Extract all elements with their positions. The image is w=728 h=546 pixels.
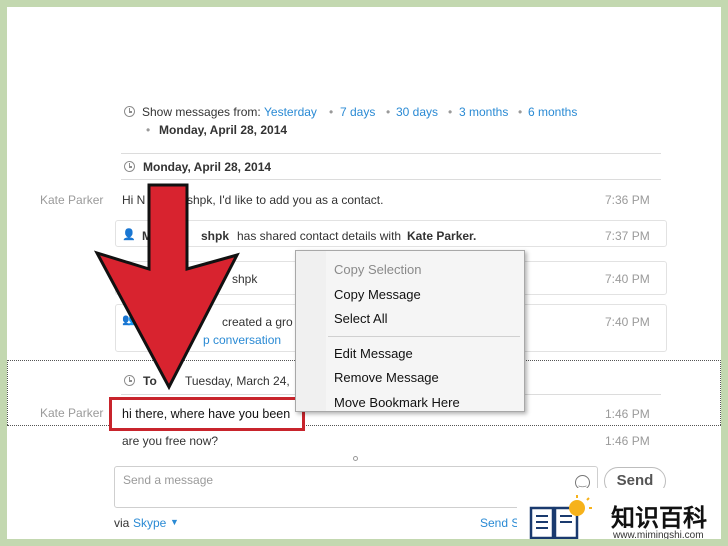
message-time: 1:46 PM	[605, 407, 650, 421]
book-lightbulb-icon	[529, 495, 592, 539]
message-time: 7:37 PM	[605, 229, 650, 243]
clock-icon	[124, 161, 135, 172]
menu-item-copy-message[interactable]: Copy Message	[334, 287, 421, 302]
range-yesterday-link[interactable]: Yesterday	[264, 105, 317, 119]
range-separator: •	[518, 105, 523, 119]
bookmark-line-right	[720, 360, 721, 425]
context-menu-gutter	[296, 251, 326, 411]
range-30days-link[interactable]: 30 days	[396, 105, 438, 119]
bookmark-date: Monday, April 28, 2014	[159, 123, 288, 137]
menu-item-edit-message[interactable]: Edit Message	[334, 346, 413, 361]
message-time: 7:36 PM	[605, 193, 650, 207]
divider	[121, 153, 661, 154]
message-time: 7:40 PM	[605, 315, 650, 329]
message-time: 7:40 PM	[605, 272, 650, 286]
watermark-url: www.mimingshi.com	[613, 530, 704, 539]
menu-item-select-all[interactable]: Select All	[334, 311, 387, 326]
message-input-placeholder: Send a message	[123, 473, 214, 487]
message-text: has shared contact details with	[237, 229, 402, 243]
message-time: 1:46 PM	[605, 434, 650, 448]
message-text: Kate Parker.	[407, 229, 477, 243]
chat-window: Show messages from: Yesterday • 7 days •…	[7, 7, 721, 539]
watermark-title: 知识百科	[611, 504, 707, 532]
message-sender: Kate Parker	[40, 406, 104, 420]
bookmark-line-left	[7, 360, 8, 425]
watermark: 知识百科 www.mimingshi.com	[517, 488, 721, 539]
clock-icon	[124, 106, 135, 117]
red-arrow-annotation	[93, 183, 240, 391]
range-6months-link[interactable]: 6 months	[528, 105, 577, 119]
message-text[interactable]: hi there, where have you been	[122, 407, 290, 421]
range-3months-link[interactable]: 3 months	[459, 105, 508, 119]
range-separator: •	[448, 105, 453, 119]
range-separator: •	[329, 105, 334, 119]
resize-grip[interactable]	[353, 456, 358, 461]
menu-separator	[328, 336, 520, 337]
range-7days-link[interactable]: 7 days	[340, 105, 375, 119]
context-menu: Copy Selection Copy Message Select All E…	[295, 250, 525, 412]
send-sms-link[interactable]: Send S	[480, 516, 519, 530]
show-messages-label: Show messages from:	[142, 105, 261, 119]
range-separator: •	[386, 105, 391, 119]
message-text[interactable]: are you free now?	[122, 434, 218, 448]
date-bullet: •	[146, 123, 151, 137]
divider	[121, 179, 661, 180]
menu-item-move-bookmark[interactable]: Move Bookmark Here	[334, 395, 460, 410]
menu-item-remove-message[interactable]: Remove Message	[334, 370, 439, 385]
menu-item-copy-selection[interactable]: Copy Selection	[334, 262, 421, 277]
via-service-dropdown[interactable]: Skype	[133, 516, 166, 530]
via-label: via	[114, 516, 130, 530]
day-header: Monday, April 28, 2014	[143, 160, 272, 174]
red-arrow-shape	[93, 183, 240, 391]
chevron-down-icon[interactable]: ▼	[170, 517, 179, 527]
